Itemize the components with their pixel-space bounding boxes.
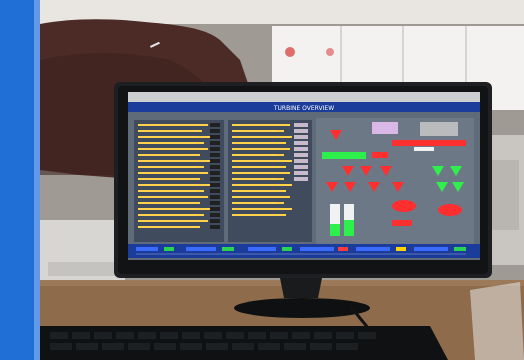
right-red-small bbox=[372, 152, 388, 158]
left-frame bbox=[0, 0, 34, 360]
red-indicator-3 bbox=[392, 220, 412, 226]
right-green-bar bbox=[322, 152, 366, 159]
right-top-box-1 bbox=[372, 122, 398, 134]
right-red-bar bbox=[392, 140, 466, 146]
level-bar-2-fill bbox=[344, 220, 354, 236]
document-holder bbox=[470, 282, 524, 360]
right-top-box-2 bbox=[420, 122, 458, 136]
monitor-stand-base bbox=[234, 298, 370, 318]
left-equipment-panel bbox=[48, 262, 118, 276]
screen-window-titlebar bbox=[128, 92, 480, 102]
cabinet-label-1 bbox=[285, 47, 295, 57]
photo: TURBINE OVERVIEW bbox=[0, 0, 524, 360]
monitor-stand-neck bbox=[280, 278, 322, 298]
cabinet-label-2 bbox=[326, 48, 334, 56]
left-frame-edge bbox=[34, 0, 40, 360]
red-indicator-2 bbox=[438, 204, 462, 216]
level-bar-1-fill bbox=[330, 224, 340, 236]
right-white-bar bbox=[414, 147, 434, 151]
screen-title: TURBINE OVERVIEW bbox=[273, 105, 334, 112]
red-indicator-1 bbox=[392, 200, 416, 212]
screen: TURBINE OVERVIEW bbox=[128, 92, 480, 260]
